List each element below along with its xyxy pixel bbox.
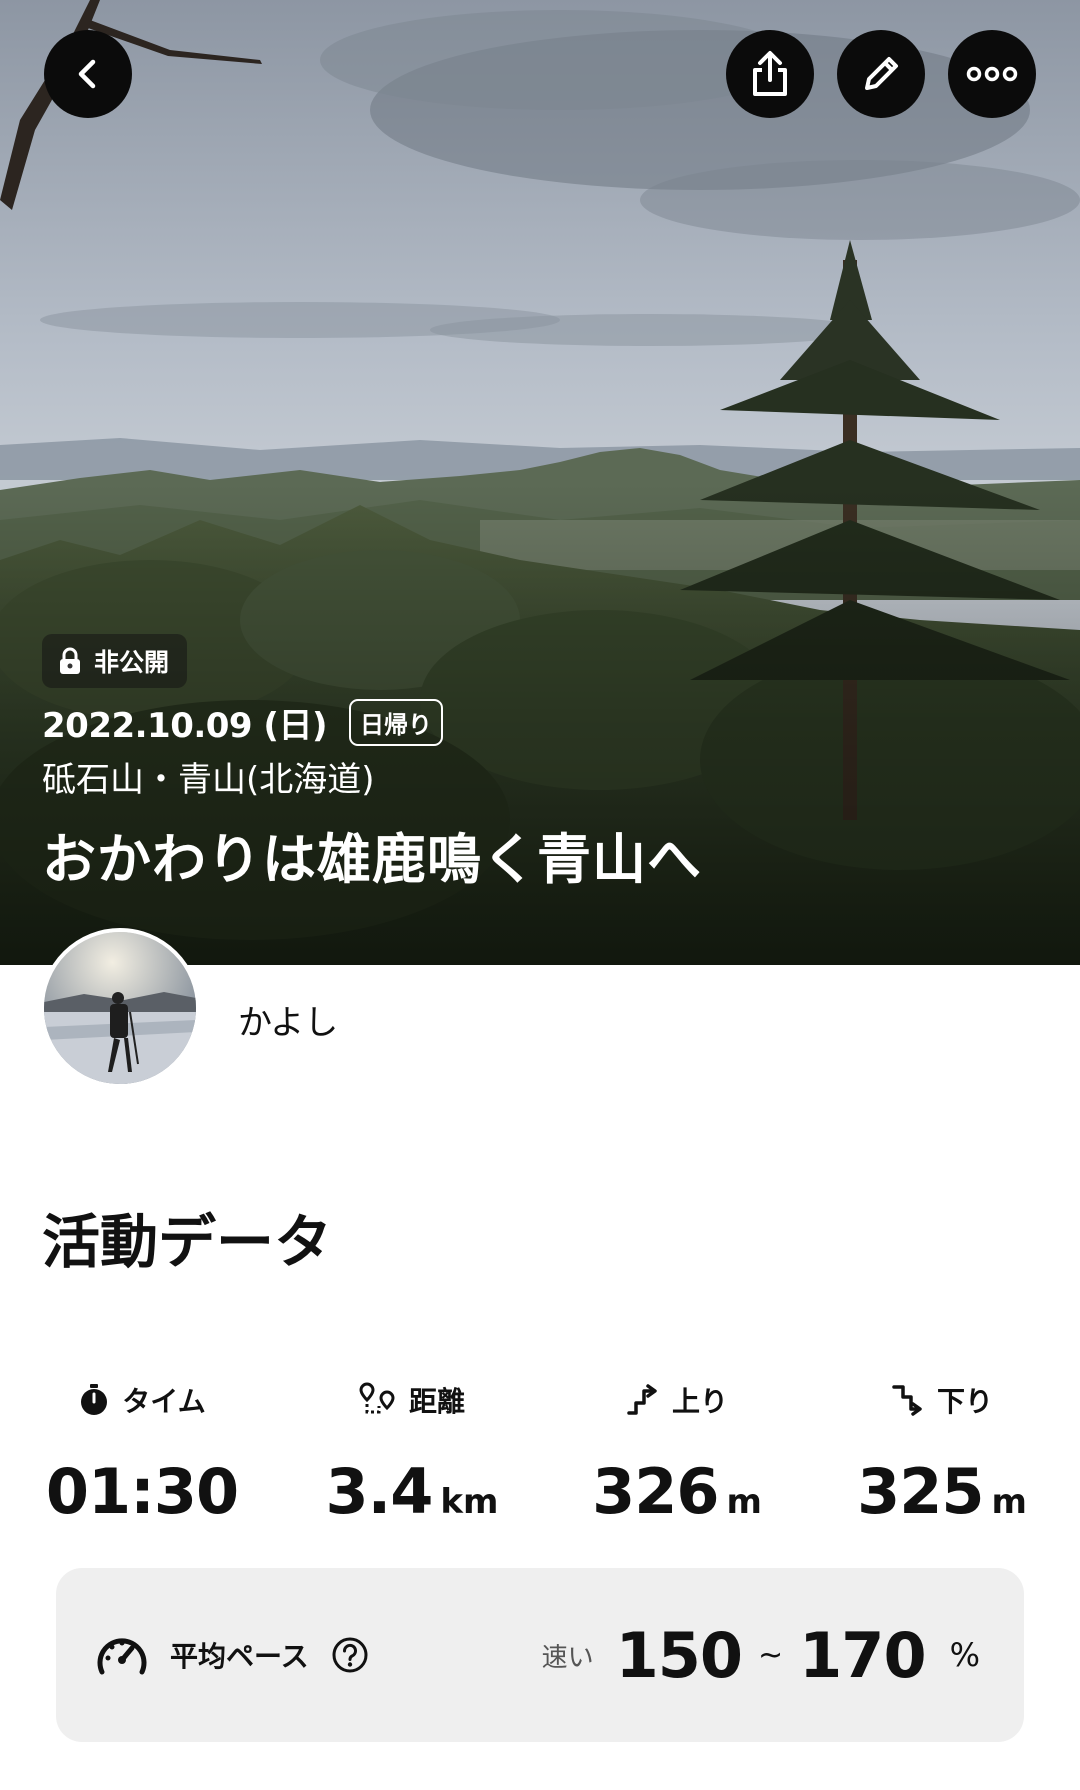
mountain-names[interactable]: 砥石山・青山(北海道) (42, 752, 375, 801)
stat-descent-unit: m (991, 1482, 1027, 1522)
stat-ascent-value: 326 (592, 1455, 719, 1528)
trip-type-tag: 日帰り (349, 699, 444, 746)
stat-distance-label: 距離 (408, 1385, 465, 1418)
route-icon (359, 1382, 395, 1414)
stat-time: タイム 01:30 (12, 1375, 272, 1528)
lock-icon (60, 647, 80, 674)
activity-title: おかわりは雄鹿鳴く青山へ (42, 828, 702, 891)
more-dots-icon (966, 66, 1018, 82)
pace-max-value: 170 (799, 1618, 926, 1692)
share-icon (753, 51, 787, 96)
share-button[interactable] (726, 30, 814, 118)
pace-min-value: 150 (615, 1618, 743, 1692)
average-pace-label: 平均ペース (170, 1640, 309, 1673)
stat-descent-value: 325 (857, 1455, 984, 1528)
stat-ascent: 上り 326 m (547, 1375, 807, 1528)
edit-button[interactable] (837, 30, 925, 118)
stat-descent: 下り 325 m (812, 1375, 1072, 1528)
stat-distance: 距離 3.4 km (282, 1375, 542, 1528)
stat-ascent-unit: m (726, 1482, 762, 1522)
question-icon[interactable] (331, 1636, 369, 1674)
pace-speed-label: 速い (541, 1642, 594, 1673)
privacy-label: 非公開 (94, 648, 170, 677)
stat-distance-unit: km (440, 1482, 499, 1522)
chevron-left-icon (78, 59, 96, 89)
pace-separator: ~ (758, 1637, 784, 1673)
avatar-photo (44, 932, 196, 1084)
username[interactable]: かよし (238, 995, 338, 1044)
back-button[interactable] (44, 30, 132, 118)
descent-icon (892, 1385, 922, 1416)
privacy-badge: 非公開 (42, 634, 188, 688)
more-button[interactable] (948, 30, 1036, 118)
stats-row: タイム 01:30 距離 3.4 km 上り 326 m 下り 325 m (0, 1375, 1080, 1535)
stopwatch-icon (81, 1384, 108, 1415)
pace-unit: % (949, 1636, 980, 1674)
avatar[interactable] (40, 928, 200, 1088)
stat-distance-value: 3.4 (325, 1455, 434, 1528)
speedometer-icon (97, 1638, 147, 1675)
section-title: 活動データ (42, 1208, 333, 1276)
stat-time-value: 01:30 (45, 1455, 239, 1528)
activity-date: 2022.10.09 (日) (42, 706, 328, 746)
stat-ascent-label: 上り (671, 1385, 728, 1418)
average-pace-card: 平均ペース 速い 150 ~ 170 % (56, 1568, 1024, 1742)
stat-descent-label: 下り (936, 1385, 993, 1418)
stat-time-label: タイム (122, 1385, 206, 1418)
pencil-icon (865, 57, 898, 90)
date-row: 2022.10.09 (日) 日帰り (42, 698, 444, 747)
ascent-icon (627, 1384, 657, 1415)
